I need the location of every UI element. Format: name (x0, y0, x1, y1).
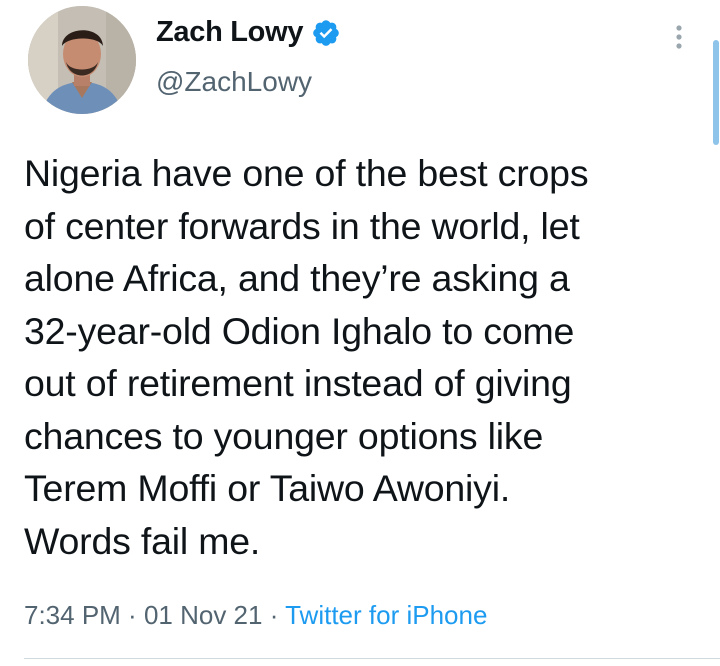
verified-badge-icon (313, 19, 339, 46)
tweet-time[interactable]: 7:34 PM (24, 600, 121, 630)
tweet-meta: 7:34 PM · 01 Nov 21 · Twitter for iPhone (24, 600, 487, 631)
meta-separator: · (262, 600, 286, 630)
author-name-row[interactable]: Zach Lowy (156, 16, 341, 49)
display-name[interactable]: Zach Lowy (156, 16, 303, 49)
scrollbar[interactable] (713, 40, 719, 145)
avatar[interactable] (28, 6, 136, 114)
meta-separator: · (120, 600, 144, 630)
author-handle[interactable]: @ZachLowy (156, 66, 312, 98)
more-vertical-icon[interactable] (664, 22, 694, 52)
tweet-text: Nigeria have one of the best crops of ce… (24, 152, 589, 562)
divider (24, 658, 720, 659)
tweet-source-link[interactable]: Twitter for iPhone (285, 600, 487, 630)
tweet-date[interactable]: 01 Nov 21 (144, 600, 263, 630)
